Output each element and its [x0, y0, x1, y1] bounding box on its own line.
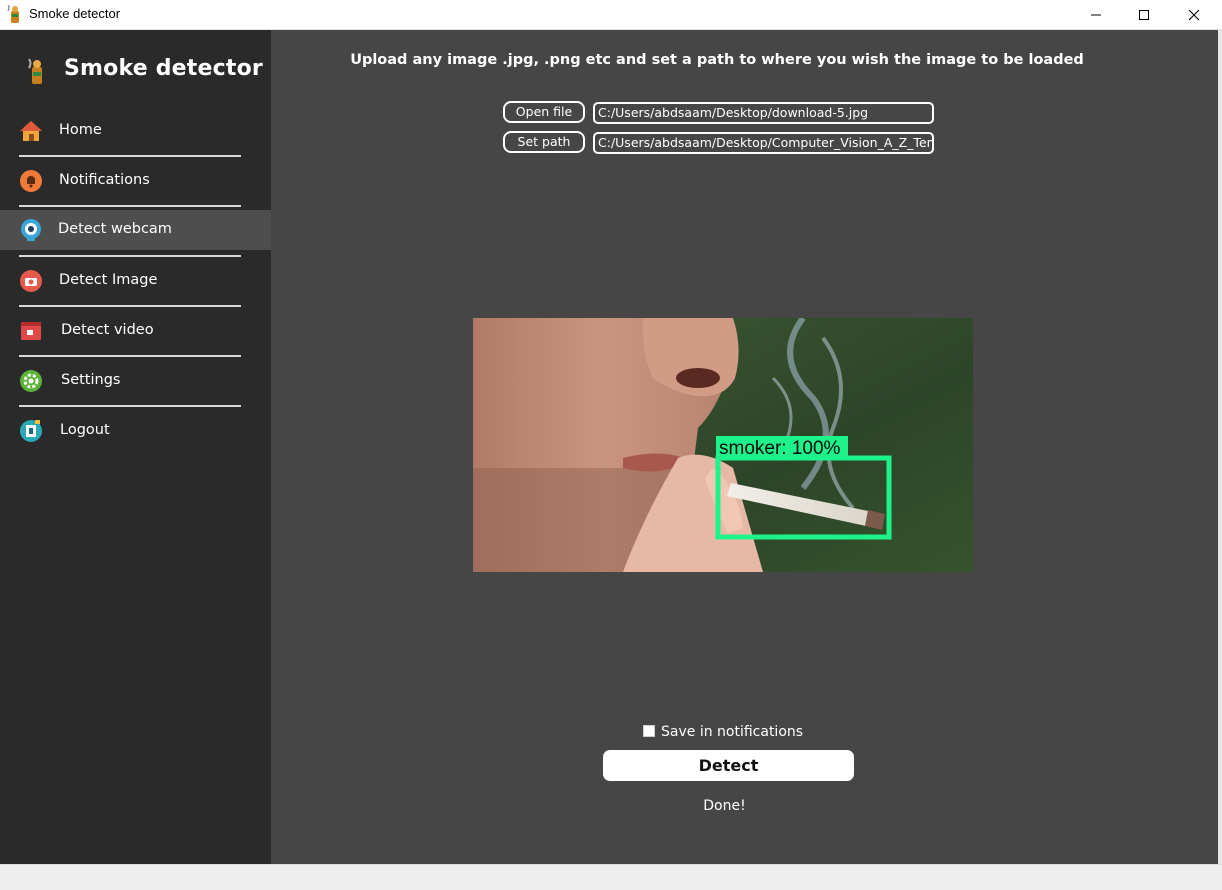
divider: [19, 205, 241, 207]
open-file-path-field[interactable]: C:/Users/abdsaam/Desktop/download-5.jpg: [593, 102, 934, 124]
set-path-field[interactable]: C:/Users/abdsaam/Desktop/Computer_Vision…: [593, 132, 934, 154]
divider: [19, 255, 241, 257]
maximize-button[interactable]: [1120, 0, 1168, 30]
sidebar: Smoke detector Home Notifications Detect…: [0, 30, 271, 864]
sidebar-item-label: Logout: [60, 422, 110, 438]
smoking-photo: smoker: 100%: [473, 318, 973, 572]
detection-preview-image: smoker: 100%: [473, 318, 973, 572]
house-icon: [20, 121, 42, 141]
sidebar-item-logout[interactable]: Logout: [0, 411, 271, 451]
save-checkbox[interactable]: [643, 725, 655, 737]
main-panel: Upload any image .jpg, .png etc and set …: [271, 30, 1218, 864]
sidebar-item-label: Home: [59, 122, 102, 138]
smoke-detector-logo-icon: [28, 58, 42, 84]
save-checkbox-label: Save in notifications: [661, 724, 804, 740]
window-edge: [1218, 30, 1222, 864]
divider: [19, 405, 241, 407]
close-icon: [1188, 9, 1200, 21]
sidebar-item-notifications[interactable]: Notifications: [0, 161, 271, 201]
sidebar-item-home[interactable]: Home: [0, 111, 271, 151]
gear-icon: [20, 370, 42, 392]
webcam-icon: [21, 219, 41, 241]
open-file-button[interactable]: Open file: [503, 101, 585, 123]
detect-button[interactable]: Detect: [603, 750, 854, 781]
sidebar-item-label: Detect Image: [59, 272, 158, 288]
window-title: Smoke detector: [29, 6, 121, 21]
divider: [19, 155, 241, 157]
logout-icon: [20, 420, 42, 442]
app-icon: [7, 5, 19, 23]
bottom-strip: [0, 864, 1222, 890]
divider: [19, 355, 241, 357]
divider: [19, 305, 241, 307]
sidebar-item-label: Detect video: [61, 322, 154, 338]
sidebar-item-detect-image[interactable]: Detect Image: [0, 261, 271, 301]
sidebar-item-settings[interactable]: Settings: [0, 361, 271, 401]
video-icon: [21, 322, 41, 340]
minimize-button[interactable]: [1072, 0, 1120, 30]
sidebar-item-label: Settings: [61, 372, 121, 388]
minimize-icon: [1091, 14, 1101, 16]
status-text: Done!: [703, 798, 746, 814]
sidebar-item-detect-video[interactable]: Detect video: [0, 311, 271, 351]
bell-icon: [20, 170, 42, 192]
sidebar-item-detect-webcam[interactable]: Detect webcam: [0, 210, 271, 250]
maximize-icon: [1139, 10, 1149, 20]
sidebar-item-label: Detect webcam: [58, 221, 172, 237]
close-button[interactable]: [1170, 0, 1218, 30]
set-path-button[interactable]: Set path: [503, 131, 585, 153]
detection-label: smoker: 100%: [719, 438, 841, 459]
brand-title: Smoke detector: [64, 56, 263, 81]
sidebar-item-label: Notifications: [59, 172, 150, 188]
camera-icon: [20, 270, 42, 292]
instruction-text: Upload any image .jpg, .png etc and set …: [350, 52, 1084, 68]
title-bar: Smoke detector: [0, 0, 1222, 30]
